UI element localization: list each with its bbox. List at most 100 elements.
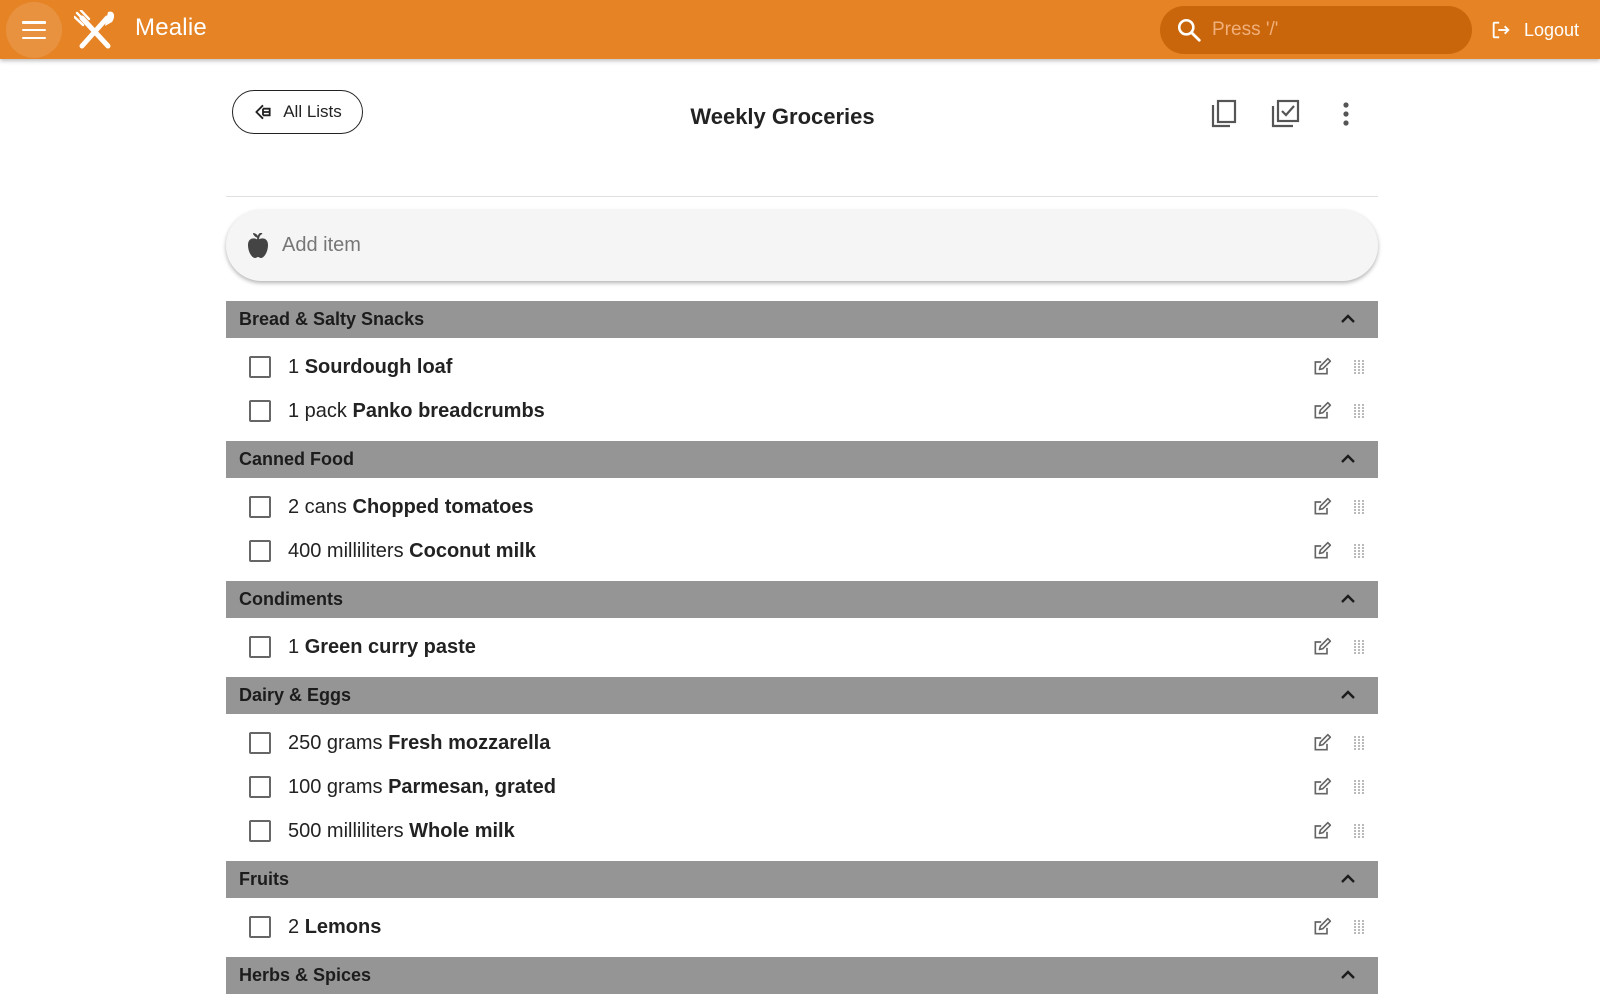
edit-item-button[interactable] <box>1310 399 1334 423</box>
edit-item-button[interactable] <box>1310 539 1334 563</box>
edit-item-button[interactable] <box>1310 775 1334 799</box>
item-quantity: 500 milliliters <box>288 819 404 842</box>
list-item: 2 cans Chopped tomatoes <box>226 485 1378 529</box>
category-header[interactable]: Canned Food <box>226 441 1378 478</box>
copy-icon <box>1211 99 1237 128</box>
item-checkbox[interactable] <box>249 356 271 378</box>
category-items: 250 grams Fresh mozzarella 100 grams Parm… <box>226 714 1378 861</box>
list-item: 500 milliliters Whole milk <box>226 809 1378 853</box>
drag-handle[interactable] <box>1350 355 1368 379</box>
item-actions <box>1310 731 1368 755</box>
check-all-button[interactable] <box>1265 94 1305 134</box>
item-actions <box>1310 915 1368 939</box>
copy-button[interactable] <box>1204 94 1244 134</box>
drag-handle[interactable] <box>1350 635 1368 659</box>
category-header[interactable]: Herbs & Spices <box>226 957 1378 994</box>
logout-button[interactable]: Logout <box>1490 17 1579 43</box>
collapse-toggle[interactable] <box>1340 591 1356 609</box>
item-text[interactable]: 100 grams Parmesan, grated <box>288 776 556 799</box>
menu-icon <box>22 21 46 39</box>
item-text[interactable]: 1 Sourdough loaf <box>288 356 452 379</box>
drag-handle[interactable] <box>1350 539 1368 563</box>
item-name: Panko breadcrumbs <box>352 399 545 422</box>
category-items: 2 cans Chopped tomatoes 400 milliliters C… <box>226 478 1378 581</box>
category-name: Canned Food <box>239 449 354 469</box>
edit-item-button[interactable] <box>1310 355 1334 379</box>
item-checkbox[interactable] <box>249 540 271 562</box>
drag-handle-icon <box>1354 920 1364 934</box>
collapse-toggle[interactable] <box>1340 871 1356 889</box>
collapse-toggle[interactable] <box>1340 687 1356 705</box>
category-header[interactable]: Condiments <box>226 581 1378 618</box>
collapse-toggle[interactable] <box>1340 311 1356 329</box>
drag-handle[interactable] <box>1350 915 1368 939</box>
category-name: Condiments <box>239 589 344 609</box>
collapse-toggle[interactable] <box>1340 967 1356 985</box>
drag-handle[interactable] <box>1350 495 1368 519</box>
chevron-up-icon <box>1341 453 1355 463</box>
drag-handle[interactable] <box>1350 775 1368 799</box>
add-item-input[interactable] <box>282 234 1282 257</box>
collapse-toggle[interactable] <box>1340 451 1356 469</box>
app-title[interactable]: Mealie <box>135 14 207 42</box>
app-bar: Mealie Logout <box>0 0 1600 59</box>
category-header[interactable]: Dairy & Eggs <box>226 677 1378 714</box>
category-section: Bread & Salty Snacks 1 Sourdough loaf 1 pa… <box>226 301 1378 441</box>
edit-item-button[interactable] <box>1310 915 1334 939</box>
item-checkbox[interactable] <box>249 916 271 938</box>
item-checkbox[interactable] <box>249 820 271 842</box>
item-text[interactable]: 250 grams Fresh mozzarella <box>288 732 550 755</box>
item-actions <box>1310 635 1368 659</box>
search-bar[interactable] <box>1160 6 1472 54</box>
category-header[interactable]: Fruits <box>226 861 1378 898</box>
edit-item-button[interactable] <box>1310 635 1334 659</box>
edit-icon <box>1314 777 1332 795</box>
drag-handle[interactable] <box>1350 399 1368 423</box>
list-item: 1 pack Panko breadcrumbs <box>226 389 1378 433</box>
item-checkbox[interactable] <box>249 636 271 658</box>
item-text[interactable]: 2 cans Chopped tomatoes <box>288 496 534 519</box>
drag-handle[interactable] <box>1350 819 1368 843</box>
apple-icon <box>248 232 268 258</box>
check-all-icon <box>1271 99 1300 128</box>
item-checkbox[interactable] <box>249 732 271 754</box>
list-item: 100 grams Parmesan, grated <box>226 765 1378 809</box>
edit-item-button[interactable] <box>1310 819 1334 843</box>
item-text[interactable]: 500 milliliters Whole milk <box>288 820 515 843</box>
item-quantity: 1 pack <box>288 399 347 422</box>
drag-handle[interactable] <box>1350 731 1368 755</box>
category-header[interactable]: Bread & Salty Snacks <box>226 301 1378 338</box>
item-actions <box>1310 355 1368 379</box>
item-actions <box>1310 775 1368 799</box>
item-checkbox[interactable] <box>249 400 271 422</box>
item-name: Coconut milk <box>409 539 536 562</box>
edit-icon <box>1314 733 1332 751</box>
item-checkbox[interactable] <box>249 776 271 798</box>
item-name: Parmesan, grated <box>388 775 556 798</box>
edit-item-button[interactable] <box>1310 495 1334 519</box>
item-text[interactable]: 1 pack Panko breadcrumbs <box>288 400 545 423</box>
chevron-up-icon <box>1341 873 1355 883</box>
item-text[interactable]: 2 Lemons <box>288 916 381 939</box>
item-actions <box>1310 539 1368 563</box>
item-actions <box>1310 399 1368 423</box>
item-text[interactable]: 1 Green curry paste <box>288 636 476 659</box>
more-options-button[interactable] <box>1326 94 1366 134</box>
item-quantity: 2 cans <box>288 495 347 518</box>
category-section: Canned Food 2 cans Chopped tomatoes 400 mi… <box>226 441 1378 581</box>
chevron-up-icon <box>1341 689 1355 699</box>
edit-icon <box>1314 357 1332 375</box>
drag-handle-icon <box>1354 360 1364 374</box>
add-item-bar[interactable] <box>226 210 1378 281</box>
item-text[interactable]: 400 milliliters Coconut milk <box>288 540 536 563</box>
search-input[interactable] <box>1212 19 1462 41</box>
menu-button[interactable] <box>6 2 62 58</box>
edit-icon <box>1314 401 1332 419</box>
drag-handle-icon <box>1354 404 1364 418</box>
item-quantity: 1 <box>288 635 300 658</box>
edit-item-button[interactable] <box>1310 731 1334 755</box>
list-item: 400 milliliters Coconut milk <box>226 529 1378 573</box>
category-items: 1 Sourdough loaf 1 pack Panko breadcrumbs <box>226 338 1378 441</box>
item-checkbox[interactable] <box>249 496 271 518</box>
logout-icon <box>1492 21 1510 39</box>
